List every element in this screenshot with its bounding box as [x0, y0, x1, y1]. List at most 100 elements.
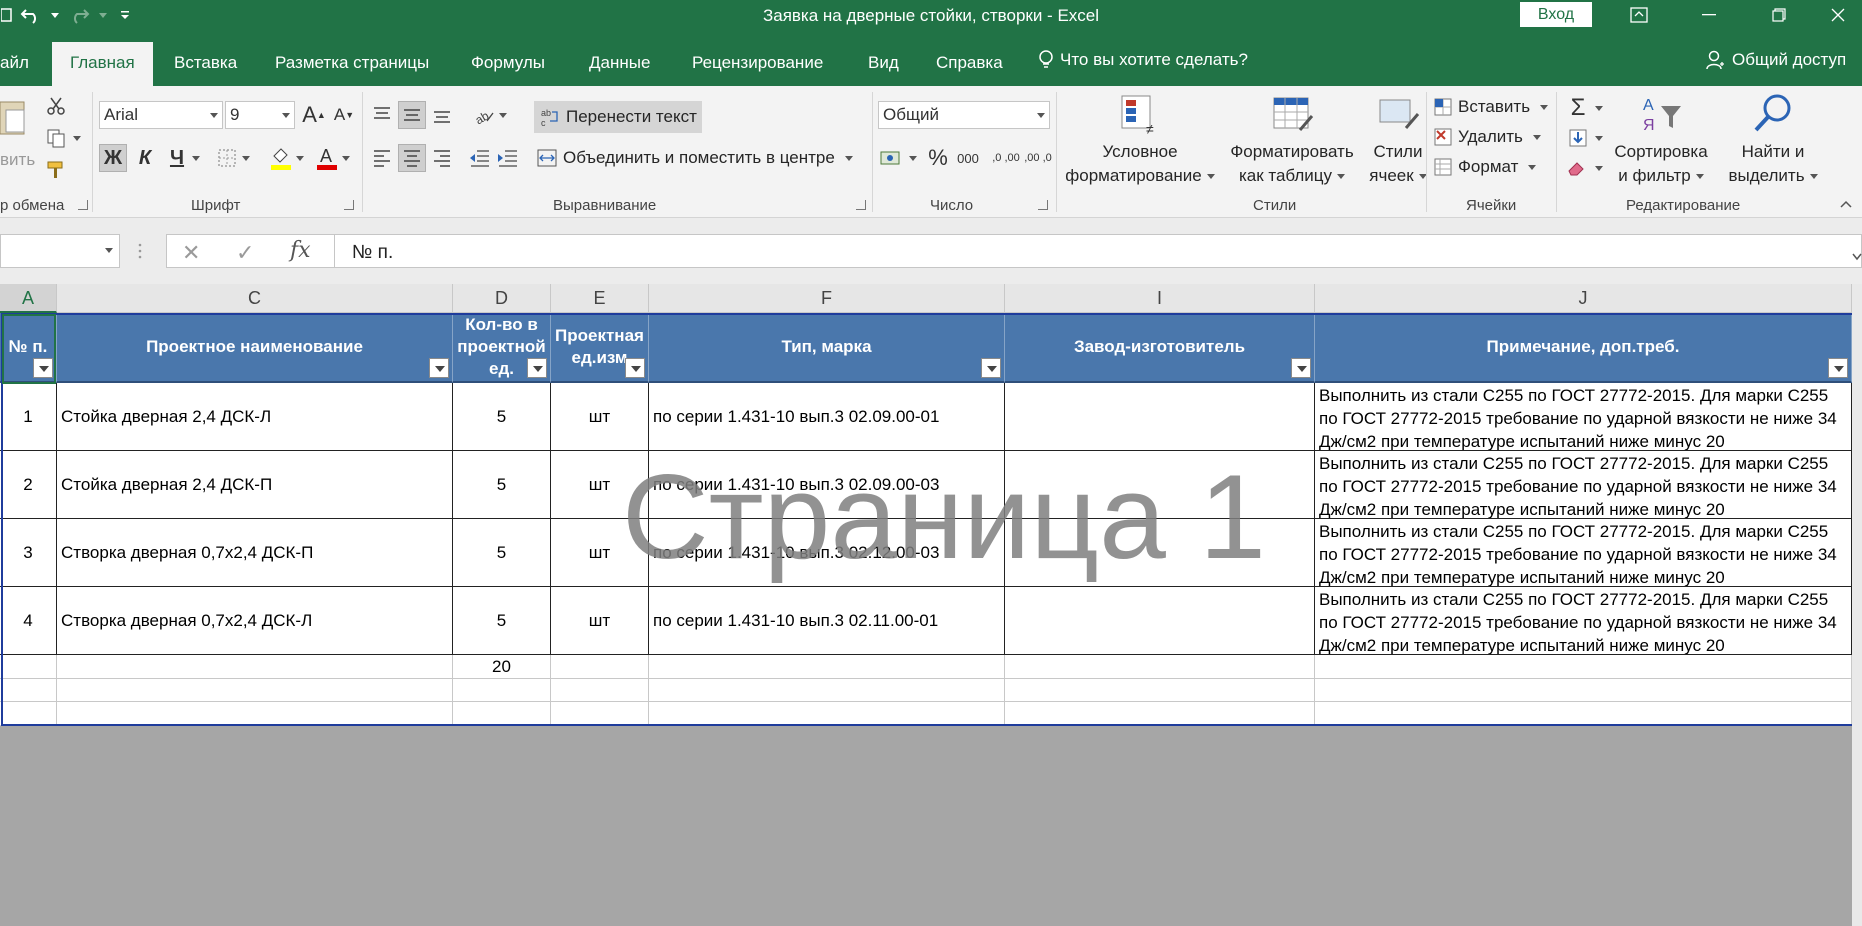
decrease-decimal-button[interactable]: ,00 ,0 [1024, 144, 1052, 172]
clear-dropdown-icon[interactable] [1592, 154, 1606, 182]
find-select-button[interactable]: Найти и выделить [1718, 92, 1828, 188]
table-cell[interactable] [1315, 702, 1852, 726]
fill-icon[interactable] [1564, 124, 1592, 152]
table-header-cell[interactable]: Проектная ед.изм [551, 313, 649, 383]
confirm-entry-icon[interactable]: ✓ [236, 240, 254, 266]
align-right-icon[interactable] [428, 144, 456, 172]
align-top-icon[interactable] [368, 101, 396, 129]
table-cell[interactable] [1005, 587, 1315, 655]
insert-function-icon[interactable]: fx [290, 238, 311, 263]
autosum-dropdown-icon[interactable] [1592, 94, 1606, 122]
table-cell[interactable] [0, 702, 57, 726]
table-cell[interactable] [649, 679, 1005, 702]
table-cell[interactable]: Выполнить из стали С255 по ГОСТ 27772-20… [1315, 587, 1852, 655]
format-cells-button[interactable]: Формат [1434, 154, 1537, 180]
accounting-dropdown-icon[interactable] [906, 144, 920, 172]
orientation-icon[interactable]: ab [470, 101, 498, 129]
restore-icon[interactable] [1744, 0, 1814, 30]
table-cell[interactable] [57, 702, 453, 726]
table-cell[interactable]: 5 [453, 383, 551, 451]
clipboard-launcher-icon[interactable] [78, 200, 88, 210]
cell-styles-button[interactable]: Стили ячеек [1362, 92, 1434, 188]
copy-icon[interactable] [42, 124, 70, 152]
table-header-cell[interactable]: № п. [0, 313, 57, 383]
table-cell[interactable]: 5 [453, 587, 551, 655]
table-cell[interactable] [1005, 519, 1315, 587]
filter-dropdown-icon[interactable] [1828, 358, 1848, 378]
align-left-icon[interactable] [368, 144, 396, 172]
table-cell[interactable]: Выполнить из стали С255 по ГОСТ 27772-20… [1315, 519, 1852, 587]
orientation-dropdown-icon[interactable] [496, 101, 510, 129]
bold-button[interactable]: Ж [99, 144, 127, 172]
minimize-icon[interactable] [1674, 0, 1744, 30]
signin-button[interactable]: Вход [1520, 2, 1592, 27]
column-header-j[interactable]: J [1315, 284, 1852, 313]
column-header-d[interactable]: D [453, 284, 551, 313]
increase-indent-icon[interactable] [494, 144, 522, 172]
autosum-icon[interactable]: Σ [1564, 94, 1592, 122]
tab-home[interactable]: Главная [52, 42, 153, 86]
table-cell[interactable]: 5 [453, 451, 551, 519]
table-cell[interactable]: Створка дверная 0,7х2,4 ДСК-Л [57, 587, 453, 655]
table-cell[interactable] [551, 702, 649, 726]
font-color-dropdown-icon[interactable] [339, 144, 353, 172]
expand-formula-bar-icon[interactable] [1852, 248, 1862, 266]
accounting-format-icon[interactable] [878, 144, 906, 172]
font-name-combo[interactable]: Arial [99, 101, 223, 129]
font-color-icon[interactable]: A [313, 144, 341, 172]
align-middle-icon[interactable] [398, 101, 426, 129]
formula-bar-grip-icon[interactable] [138, 242, 142, 260]
format-as-table-button[interactable]: Форматировать как таблицу [1222, 92, 1362, 188]
table-cell[interactable] [57, 655, 453, 679]
collapse-ribbon-icon[interactable] [1836, 190, 1856, 218]
table-cell[interactable] [1005, 679, 1315, 702]
table-cell[interactable]: шт [551, 451, 649, 519]
column-header-e[interactable]: E [551, 284, 649, 313]
font-launcher-icon[interactable] [344, 200, 354, 210]
tab-review[interactable]: Рецензирование [692, 53, 823, 73]
tab-help[interactable]: Справка [936, 53, 1003, 73]
tab-formulas[interactable]: Формулы [471, 53, 545, 73]
table-cell[interactable]: 4 [0, 587, 57, 655]
decrease-font-icon[interactable]: A ▼ [330, 101, 358, 129]
tab-data[interactable]: Данные [589, 53, 650, 73]
table-cell[interactable]: 5 [453, 519, 551, 587]
number-format-combo[interactable]: Общий [878, 101, 1050, 129]
insert-cells-button[interactable]: Вставить [1434, 94, 1549, 120]
fill-color-dropdown-icon[interactable] [293, 144, 307, 172]
percent-button[interactable]: % [924, 144, 952, 172]
formula-content[interactable]: № п. [352, 242, 393, 264]
table-cell[interactable] [0, 655, 57, 679]
table-cell[interactable]: по серии 1.431-10 вып.3 02.12.00-03 [649, 519, 1005, 587]
format-painter-icon[interactable] [42, 156, 70, 184]
table-cell[interactable] [649, 702, 1005, 726]
worksheet-grid[interactable]: № п. Проектное наименование Кол-во в про… [0, 313, 1852, 726]
cancel-entry-icon[interactable]: ✕ [182, 240, 200, 266]
filter-dropdown-icon[interactable] [429, 358, 449, 378]
underline-dropdown-icon[interactable] [189, 144, 203, 172]
underline-button[interactable]: Ч [163, 144, 191, 172]
delete-cells-button[interactable]: Удалить [1434, 124, 1541, 150]
align-bottom-icon[interactable] [428, 101, 456, 129]
increase-font-icon[interactable]: A ▲ [300, 101, 328, 129]
table-header-cell[interactable]: Завод-изготовитель [1005, 313, 1315, 383]
paste-button[interactable]: вить [0, 90, 35, 190]
table-cell[interactable]: Стойка дверная 2,4 ДСК-Л [57, 383, 453, 451]
table-cell[interactable] [1005, 451, 1315, 519]
table-cell[interactable]: шт [551, 519, 649, 587]
italic-button[interactable]: К [131, 144, 159, 172]
cut-icon[interactable] [42, 92, 70, 120]
table-cell[interactable] [1005, 383, 1315, 451]
table-cell[interactable] [57, 679, 453, 702]
table-cell[interactable]: шт [551, 587, 649, 655]
tell-me-search[interactable]: Что вы хотите сделать? [1038, 50, 1248, 70]
formula-input-area[interactable] [166, 234, 1862, 268]
table-cell[interactable]: Выполнить из стали С255 по ГОСТ 27772-20… [1315, 451, 1852, 519]
table-cell[interactable]: по серии 1.431-10 вып.3 02.09.00-01 [649, 383, 1005, 451]
table-cell[interactable] [453, 679, 551, 702]
table-cell[interactable] [551, 655, 649, 679]
increase-decimal-button[interactable]: ,0 ,00 [992, 144, 1020, 172]
table-cell[interactable]: по серии 1.431-10 вып.3 02.09.00-03 [649, 451, 1005, 519]
table-cell[interactable] [1315, 679, 1852, 702]
comma-style-button[interactable]: 000 [952, 144, 984, 172]
